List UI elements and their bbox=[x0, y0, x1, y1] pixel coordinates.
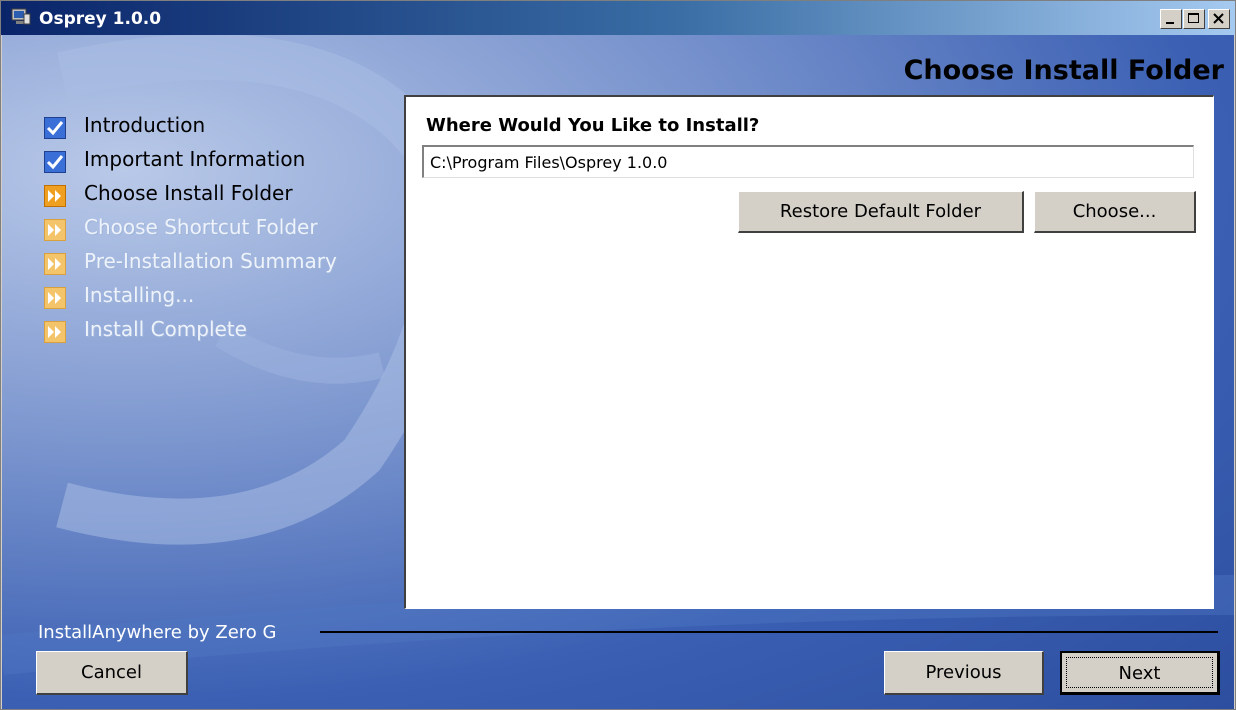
installer-body: Choose Install Folder Introduction Impor… bbox=[2, 35, 1234, 709]
checkmark-icon bbox=[44, 117, 66, 139]
previous-button[interactable]: Previous bbox=[884, 651, 1044, 695]
step-label: Choose Install Folder bbox=[84, 181, 293, 205]
checkmark-icon bbox=[44, 151, 66, 173]
install-prompt: Where Would You Like to Install? bbox=[426, 115, 760, 136]
restore-default-folder-label: Restore Default Folder bbox=[779, 201, 982, 222]
next-button[interactable]: Next bbox=[1060, 651, 1220, 695]
close-button[interactable] bbox=[1208, 9, 1230, 29]
close-icon bbox=[1213, 13, 1224, 24]
footer-divider bbox=[320, 631, 1218, 633]
page-title: Choose Install Folder bbox=[903, 55, 1224, 86]
install-folder-panel: Where Would You Like to Install? Restore… bbox=[404, 95, 1214, 609]
step-label: Choose Shortcut Folder bbox=[84, 215, 318, 239]
double-arrow-icon bbox=[44, 287, 66, 309]
choose-folder-button[interactable]: Choose... bbox=[1034, 191, 1196, 233]
title-bar[interactable]: Osprey 1.0.0 bbox=[1, 1, 1235, 35]
maximize-button[interactable] bbox=[1183, 9, 1205, 29]
double-arrow-icon bbox=[44, 219, 66, 241]
vendor-brand: InstallAnywhere by Zero G bbox=[38, 622, 277, 643]
step-label: Installing... bbox=[84, 283, 195, 307]
cancel-button[interactable]: Cancel bbox=[36, 651, 188, 695]
restore-default-folder-button[interactable]: Restore Default Folder bbox=[738, 191, 1024, 233]
choose-folder-label: Choose... bbox=[1072, 201, 1157, 222]
previous-label: Previous bbox=[925, 662, 1002, 683]
step-label: Introduction bbox=[84, 113, 206, 137]
double-arrow-icon bbox=[44, 185, 66, 207]
double-arrow-icon bbox=[44, 321, 66, 343]
cancel-label: Cancel bbox=[81, 662, 142, 683]
app-icon bbox=[11, 8, 31, 25]
minimize-icon bbox=[1166, 22, 1174, 24]
install-path-input[interactable] bbox=[422, 145, 1194, 178]
step-label: Install Complete bbox=[84, 317, 247, 341]
window-title: Osprey 1.0.0 bbox=[39, 9, 162, 29]
installer-window: Osprey 1.0.0 Choose Install Folder Intro… bbox=[0, 0, 1236, 710]
minimize-button[interactable] bbox=[1160, 9, 1182, 29]
focus-ring bbox=[1066, 657, 1213, 688]
step-label: Pre-Installation Summary bbox=[84, 249, 337, 273]
double-arrow-icon bbox=[44, 253, 66, 275]
step-label: Important Information bbox=[84, 147, 306, 171]
maximize-icon bbox=[1188, 13, 1199, 23]
